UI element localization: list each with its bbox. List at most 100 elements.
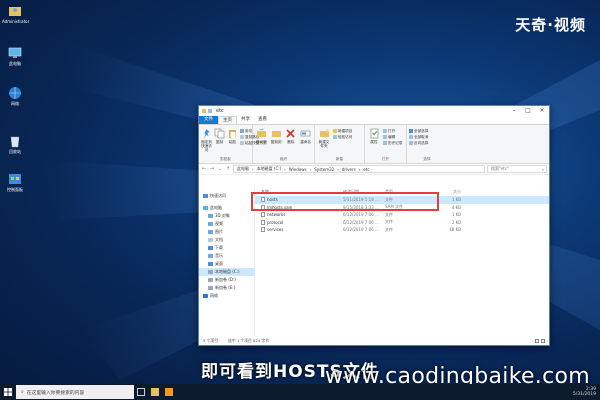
nav-item[interactable]: 视频 [199,220,254,228]
select-all-icon [409,129,413,133]
nav-item[interactable]: 下载 [199,244,254,252]
back-arrow-icon[interactable]: ← [201,166,207,172]
nav-item[interactable]: 3D 对象 [199,212,254,220]
paste-button[interactable]: 粘贴 [227,128,238,144]
paste-shortcut-icon [240,141,244,145]
status-bar: 5 个项目 选中 1 个项目 824 字节 [199,336,549,345]
select-all-button[interactable]: 全部选择 [409,129,428,133]
quick-access-toolbar [202,109,212,113]
control-panel-icon [9,174,21,184]
easy-access-button[interactable]: 轻松访问 [333,135,352,139]
ribbon-tabs: 文件 主页 共享 查看 [199,116,549,124]
brand-watermark: 天奇·视频 [515,16,586,34]
move-to-button[interactable]: 移动到 [255,128,268,144]
file-row[interactable]: services 6/12/2019 7:06 ... 文件 18 KB [255,226,549,234]
tab-home[interactable]: 主页 [218,116,237,124]
recycle-bin-icon [10,136,20,148]
desktop-icon-administrator[interactable]: Administrator [2,4,29,24]
breadcrumb-windows[interactable]: Windows [289,167,307,172]
rename-button[interactable]: 重命名 [299,128,312,144]
item-count: 5 个项目 [203,337,219,343]
large-icons-view-icon[interactable] [541,338,545,343]
file-row[interactable]: protocol 6/12/2019 7:06 ... 文件 2 KB [255,219,549,227]
document-icon [208,238,213,242]
title-bar[interactable]: etc – □ ✕ [199,106,549,116]
desktop-icon-this-pc[interactable]: 此电脑 [2,46,28,66]
navigation-pane[interactable]: 快速访问此电脑 3D 对象 视频 图片 文档 下载 音乐 桌面 本地磁盘 (C:) 新加卷 (D:… [199,186,255,336]
nav-item[interactable]: 图片 [199,228,254,236]
nav-item[interactable]: 本地磁盘 (C:) [199,268,254,276]
save-icon[interactable] [208,109,212,113]
minimize-button[interactable]: – [507,106,521,116]
desktop-icon-control-panel[interactable]: 控制面板 [2,172,28,192]
breadcrumb-etc[interactable]: etc [363,167,369,172]
select-none-button[interactable]: 全部取消 [409,135,428,139]
pin-quick-access-button[interactable]: 固定到快速访问 [201,128,212,152]
breadcrumb-drivers[interactable]: drivers [342,167,356,172]
ribbon: 固定到快速访问 复制 粘贴 剪切 复制路径 粘贴快捷方式 剪贴板 移动到 复制到… [199,124,549,164]
taskbar-explorer-button[interactable] [148,384,162,400]
desktop-icon-network[interactable]: 网络 [2,86,28,106]
file-date-cell: 6/12/2019 7:06 ... [343,212,379,218]
highlight-box [251,192,439,211]
taskbar-app-button[interactable] [162,384,176,400]
nav-item[interactable]: 音乐 [199,252,254,260]
cube-icon [208,214,213,218]
invert-selection-button[interactable]: 反向选择 [409,141,428,145]
ribbon-group-open: 属性 打开 编辑 历史记录 打开 [365,125,407,163]
ribbon-group-new: 新建文件夹 新建项目 轻松访问 新建 [315,125,365,163]
easy-access-icon [333,135,337,139]
details-view-icon[interactable] [535,338,539,343]
network-icon [203,294,208,298]
nav-item[interactable]: 桌面 [199,260,254,268]
history-button[interactable]: 历史记录 [383,141,402,145]
star-icon [203,194,208,198]
delete-icon [286,129,296,138]
open-button[interactable]: 打开 [383,129,402,133]
paste-icon [229,130,236,138]
tab-share[interactable]: 共享 [237,116,254,124]
search-input[interactable]: 搜索"etc" ⌕ [487,165,547,173]
edit-button[interactable]: 编辑 [383,135,402,139]
copy-icon [214,128,225,139]
nav-item[interactable]: 新加卷 (E:) [199,284,254,292]
nav-item[interactable]: 网络 [199,292,254,300]
address-bar[interactable]: 此电脑 › 本地磁盘 (C:) › Windows › System32 › drive… [233,165,485,173]
taskbar-search-input[interactable]: ⌕ 在这里输入你要搜索的内容 [16,385,134,399]
file-row[interactable]: networks 6/12/2019 7:06 ... 文件 1 KB [255,211,549,219]
desktop-icon-recycle-bin[interactable]: 回收站 [2,134,28,154]
breadcrumb-this-pc[interactable]: 此电脑 [237,166,249,172]
video-icon [208,222,213,226]
taskbar: ⌕ 在这里输入你要搜索的内容 2:39 5/31/2019 [0,384,600,400]
group-label-open: 打开 [381,157,390,161]
up-arrow-icon[interactable]: ↑ [225,166,231,172]
new-folder-button[interactable]: 新建文件夹 [317,128,331,148]
tab-file[interactable]: 文件 [199,116,218,124]
file-explorer-window[interactable]: etc – □ ✕ 文件 主页 共享 查看 固定到快速访问 复制 粘贴 剪切 复… [198,105,550,346]
folder-icon [202,109,206,113]
file-date-cell: 6/12/2019 7:06 ... [343,227,379,233]
nav-item[interactable]: 新加卷 (D:) [199,276,254,284]
breadcrumb-c-drive[interactable]: 本地磁盘 (C:) [257,166,282,172]
close-button[interactable]: ✕ [535,106,549,116]
move-to-icon [256,129,266,137]
recent-chevron-icon[interactable]: ⌄ [217,166,223,172]
file-size-cell: 2 KB [451,219,461,225]
task-view-button[interactable] [134,384,148,400]
properties-button[interactable]: 属性 [367,128,381,144]
copy-to-button[interactable]: 复制到 [270,128,283,144]
copy-button[interactable]: 复制 [214,128,225,144]
file-size-cell: 18 KB [449,227,461,233]
new-item-button[interactable]: 新建项目 [333,129,352,133]
nav-item[interactable]: 此电脑 [199,204,254,212]
forward-arrow-icon[interactable]: → [209,166,215,172]
system-clock[interactable]: 2:39 5/31/2019 [573,387,596,397]
search-icon: ⌕ [541,166,544,172]
nav-item[interactable]: 快速访问 [199,192,254,200]
tab-view[interactable]: 查看 [254,116,271,124]
start-button[interactable] [0,384,16,400]
maximize-button[interactable]: □ [521,106,535,116]
nav-item[interactable]: 文档 [199,236,254,244]
delete-button[interactable]: 删除 [285,128,298,144]
breadcrumb-system32[interactable]: System32 [314,167,334,172]
